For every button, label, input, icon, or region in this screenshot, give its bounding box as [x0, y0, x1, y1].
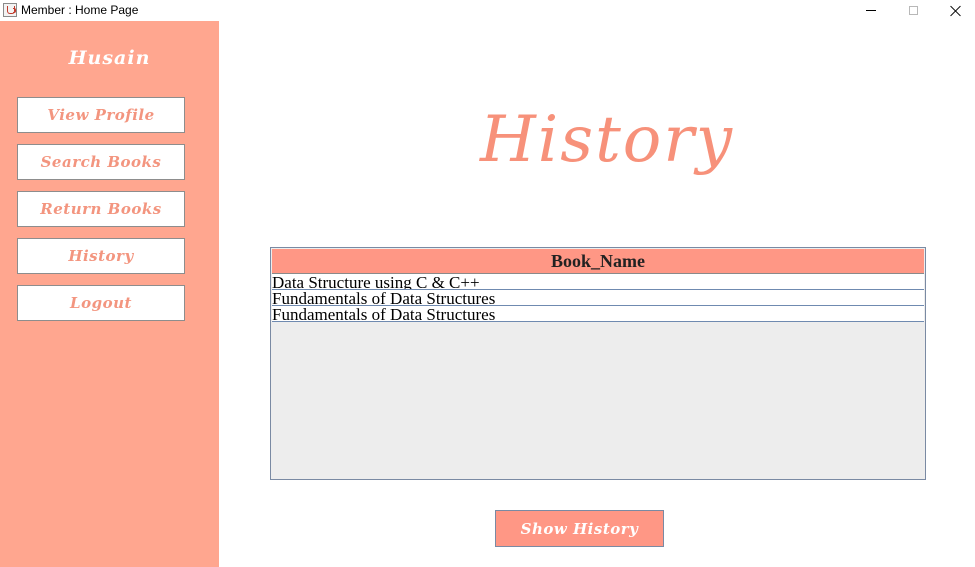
search-books-button[interactable]: Search Books	[17, 144, 185, 180]
table-cell: Data Structure using C & C++	[272, 274, 480, 290]
history-table[interactable]: Book_Name Data Structure using C & C++ F…	[270, 247, 926, 480]
logout-button[interactable]: Logout	[17, 285, 185, 321]
maximize-button[interactable]	[891, 0, 935, 21]
table-row[interactable]: Fundamentals of Data Structures	[272, 306, 924, 322]
username-label: Husain	[68, 47, 151, 69]
history-button[interactable]: History	[17, 238, 185, 274]
table-row[interactable]: Fundamentals of Data Structures	[272, 290, 924, 306]
minimize-icon	[866, 10, 876, 11]
view-profile-button[interactable]: View Profile	[17, 97, 185, 133]
table-cell: Fundamentals of Data Structures	[272, 306, 496, 322]
app-window: Member : Home Page Husain View Profile S…	[0, 0, 975, 567]
table-cell: Fundamentals of Data Structures	[272, 290, 496, 306]
table-row[interactable]: Data Structure using C & C++	[272, 274, 924, 290]
maximize-icon	[908, 6, 918, 15]
table-body: Data Structure using C & C++ Fundamental…	[272, 274, 924, 322]
close-icon	[950, 5, 962, 17]
column-header-book-name[interactable]: Book_Name	[272, 249, 924, 274]
close-button[interactable]	[934, 0, 975, 21]
minimize-button[interactable]	[849, 0, 893, 21]
sidebar: Husain View Profile Search Books Return …	[0, 21, 219, 567]
return-books-button[interactable]: Return Books	[17, 191, 185, 227]
show-history-button[interactable]: Show History	[495, 510, 664, 547]
page-title: History	[479, 103, 735, 177]
window-title: Member : Home Page	[21, 3, 139, 17]
java-app-icon	[3, 3, 17, 17]
title-bar[interactable]: Member : Home Page	[0, 0, 975, 21]
